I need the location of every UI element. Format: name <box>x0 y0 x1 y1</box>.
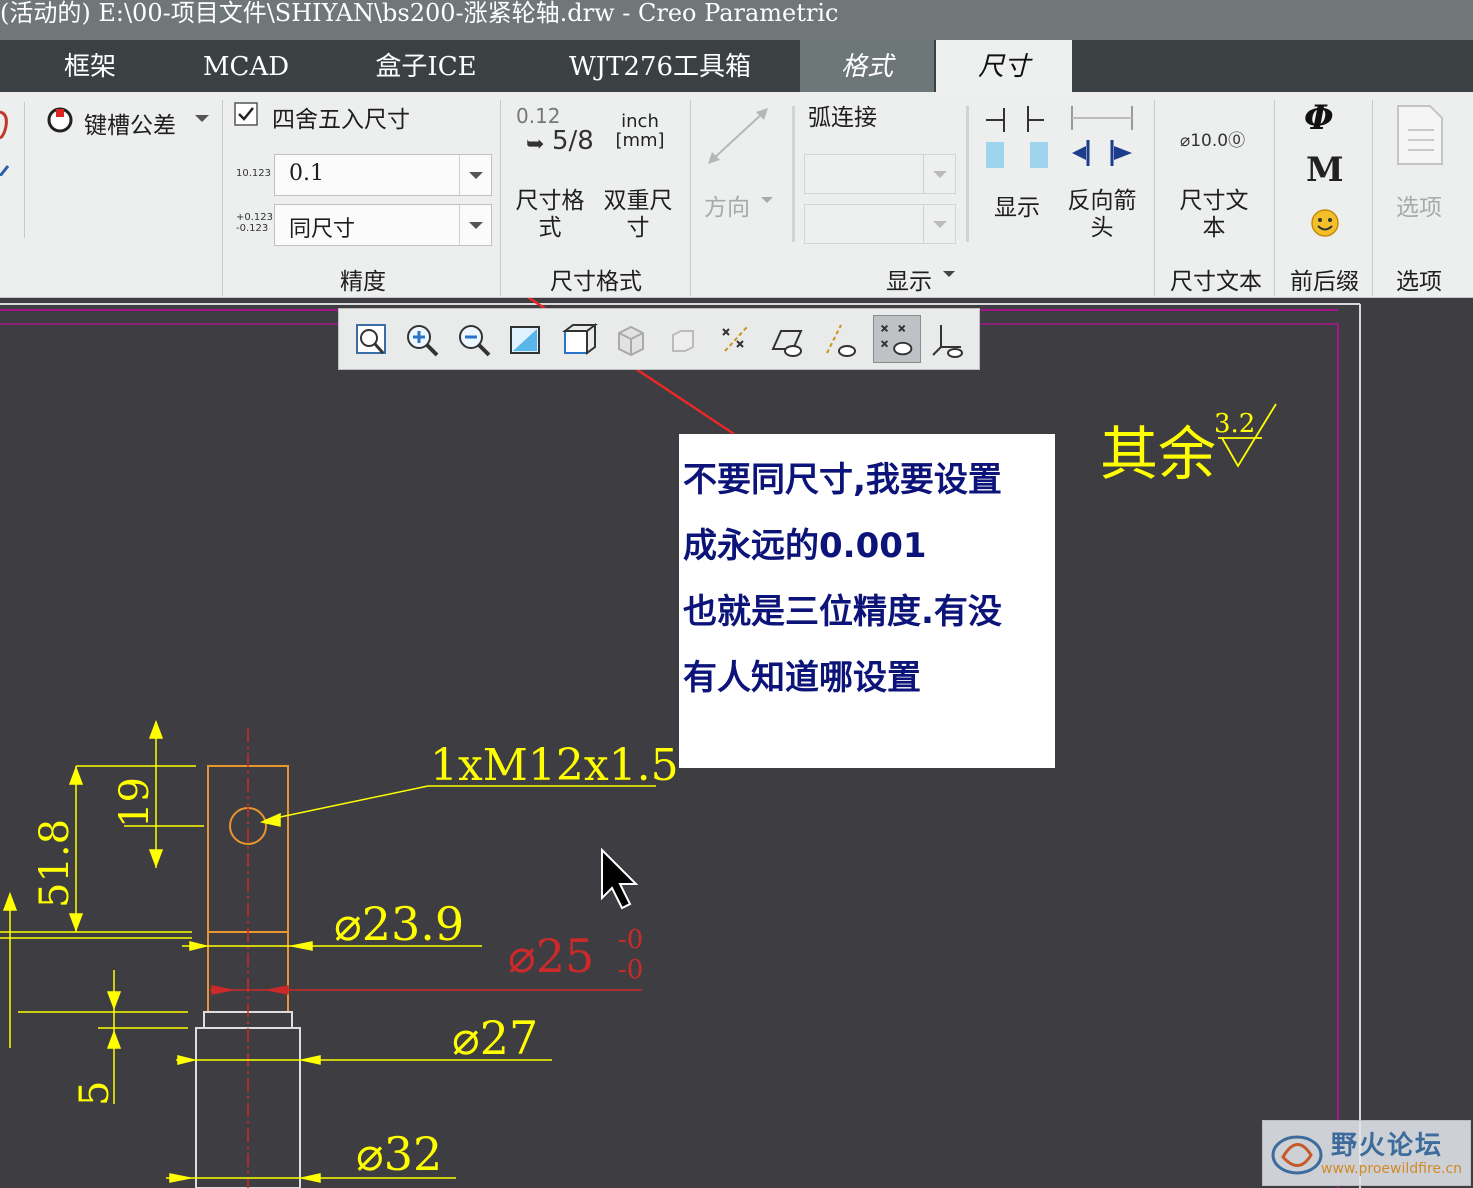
rounding-checkbox-label: 四舍五入尺寸 <box>272 107 410 133</box>
chevron-down-icon[interactable] <box>760 196 774 206</box>
options-button[interactable]: 选项 <box>1396 188 1442 222</box>
decimal-places-select[interactable]: 0.1 <box>274 154 492 196</box>
chevron-down-icon[interactable] <box>459 155 491 195</box>
cut-off-icon <box>0 110 10 176</box>
direction-button[interactable]: 方向 <box>704 188 750 222</box>
dim-format-group-label: 尺寸格式 <box>550 269 642 295</box>
tolerance-decimals-select[interactable]: 同尺寸 <box>274 204 492 246</box>
keyway-tolerance-button[interactable]: 键槽公差 <box>84 106 176 140</box>
reverse-arrow-icon <box>1071 106 1133 166</box>
dim-dia-27[interactable]: ⌀27 <box>452 1011 538 1065</box>
display-group-label: 显示 <box>886 269 932 295</box>
keyway-tolerance-icon <box>47 107 73 133</box>
tab-format[interactable]: 格式 <box>800 40 934 92</box>
dim-19[interactable]: 19 <box>112 777 158 828</box>
note-line-3: 也就是三位精度.有没 <box>683 592 1002 632</box>
repaint-icon[interactable] <box>507 321 545 359</box>
red-dimension-lines <box>210 985 642 995</box>
precision-group-label: 精度 <box>340 269 386 295</box>
dim-5[interactable]: 5 <box>72 1081 118 1106</box>
decimal-places-icon: 10.123 <box>236 168 271 179</box>
forum-watermark: 野火论坛 www.proewildfire.cn <box>1262 1120 1471 1186</box>
note-line-2: 成永远的0.001 <box>683 526 927 566</box>
options-group-label: 选项 <box>1396 269 1442 295</box>
display-style-icon[interactable] <box>561 321 599 359</box>
decimal-places-value: 0.1 <box>289 161 324 186</box>
direction-icon <box>708 108 768 164</box>
chevron-down-icon[interactable] <box>194 114 210 124</box>
axis-display-icon[interactable] <box>821 321 859 359</box>
point-display-icon[interactable] <box>873 315 921 363</box>
tab-dimension[interactable]: 尺寸 <box>936 40 1072 92</box>
dual-dim-icon: inch [mm] <box>615 111 665 151</box>
forum-logo-icon <box>1271 1135 1323 1175</box>
arc-style-select[interactable] <box>804 204 956 244</box>
dim-dia-25-lower-tol[interactable]: -0 <box>618 955 643 985</box>
surface-finish-note[interactable]: 其余 <box>1100 420 1216 488</box>
graphics-toolbar <box>338 308 980 370</box>
saved-views-icon[interactable] <box>613 321 651 359</box>
window-title: (活动的) E:\00-项目文件\SHIYAN\bs200-涨紧轮轴.drw -… <box>0 0 839 27</box>
forum-name: 野火论坛 <box>1331 1131 1444 1161</box>
tab-wjt276-toolbox[interactable]: WJT276工具箱 <box>546 40 774 92</box>
dim-dia-32[interactable]: ⌀32 <box>356 1127 442 1181</box>
chevron-down-icon[interactable] <box>923 205 955 243</box>
dim-text-icon: ⌀10.0⓪ <box>1180 131 1246 151</box>
m-symbol-button[interactable]: M <box>1306 150 1344 190</box>
part-geometry <box>195 728 301 1188</box>
refit-icon[interactable] <box>353 321 391 359</box>
tab-mcad[interactable]: MCAD <box>180 40 312 92</box>
ribbon-panel: 键槽公差 四舍五入尺寸 10.123 0.1 +0.123 -0.123 同尺寸 … <box>0 92 1473 298</box>
prefix-suffix-group-label: 前后缀 <box>1290 269 1359 295</box>
chevron-down-icon[interactable] <box>459 205 491 245</box>
arc-connect-label: 弧连接 <box>808 105 877 131</box>
annotation-note: 不要同尺寸,我要设置 成永远的0.001 也就是三位精度.有没 有人知道哪设置 <box>679 434 1055 768</box>
options-icon <box>1397 105 1443 165</box>
ribbon-tab-bar: 框架 MCAD 盒子ICE WJT276工具箱 格式 尺寸 <box>0 40 1473 92</box>
dim-text-button[interactable]: 尺寸文 本 <box>1176 188 1252 242</box>
datum-display-icon[interactable] <box>717 321 755 359</box>
rounding-checkbox[interactable] <box>234 102 258 126</box>
named-view-icon[interactable] <box>665 321 703 359</box>
dim-dia-25-upper-tol[interactable]: -0 <box>618 925 643 955</box>
window-title-bar: (活动的) E:\00-项目文件\SHIYAN\bs200-涨紧轮轴.drw -… <box>0 0 1473 40</box>
dim-text-group-label: 尺寸文本 <box>1170 269 1262 295</box>
dual-dim-button[interactable]: 双重尺 寸 <box>600 188 676 242</box>
note-line-4: 有人知道哪设置 <box>683 658 921 698</box>
zoom-out-icon[interactable] <box>455 321 493 359</box>
note-line-1: 不要同尺寸,我要设置 <box>683 460 1002 500</box>
zoom-in-icon[interactable] <box>403 321 441 359</box>
chevron-down-icon[interactable] <box>942 270 956 280</box>
mouse-cursor-icon <box>601 847 639 910</box>
display-icon <box>986 106 1048 168</box>
forum-url: www.proewildfire.cn <box>1321 1161 1463 1177</box>
reverse-arrow-button[interactable]: 反向箭 头 <box>1064 188 1140 242</box>
csys-display-icon[interactable] <box>929 321 967 359</box>
display-button[interactable]: 显示 <box>994 188 1040 222</box>
arc-connect-select[interactable] <box>804 154 956 194</box>
chevron-down-icon[interactable] <box>923 155 955 193</box>
dim-format-icon: 0.12 ➥ 5/8 <box>516 104 594 157</box>
dim-format-button[interactable]: 尺寸格 式 <box>512 188 588 242</box>
phi-symbol-button[interactable]: Φ <box>1304 98 1334 138</box>
tolerance-decimals-value: 同尺寸 <box>289 217 356 242</box>
dim-dia-23-9[interactable]: ⌀23.9 <box>334 897 464 951</box>
smiley-icon[interactable] <box>1310 208 1340 238</box>
dim-dia-25[interactable]: ⌀25 <box>508 929 594 983</box>
tab-framework[interactable]: 框架 <box>30 40 150 92</box>
tolerance-decimals-icon: +0.123 -0.123 <box>236 212 274 234</box>
plane-display-icon[interactable] <box>769 321 807 359</box>
tab-box-ice[interactable]: 盒子ICE <box>350 40 502 92</box>
dim-51-8[interactable]: 51.8 <box>32 819 78 908</box>
surface-finish-value[interactable]: 3.2 <box>1214 409 1255 439</box>
thread-callout[interactable]: 1xM12x1.5 <box>430 740 679 791</box>
